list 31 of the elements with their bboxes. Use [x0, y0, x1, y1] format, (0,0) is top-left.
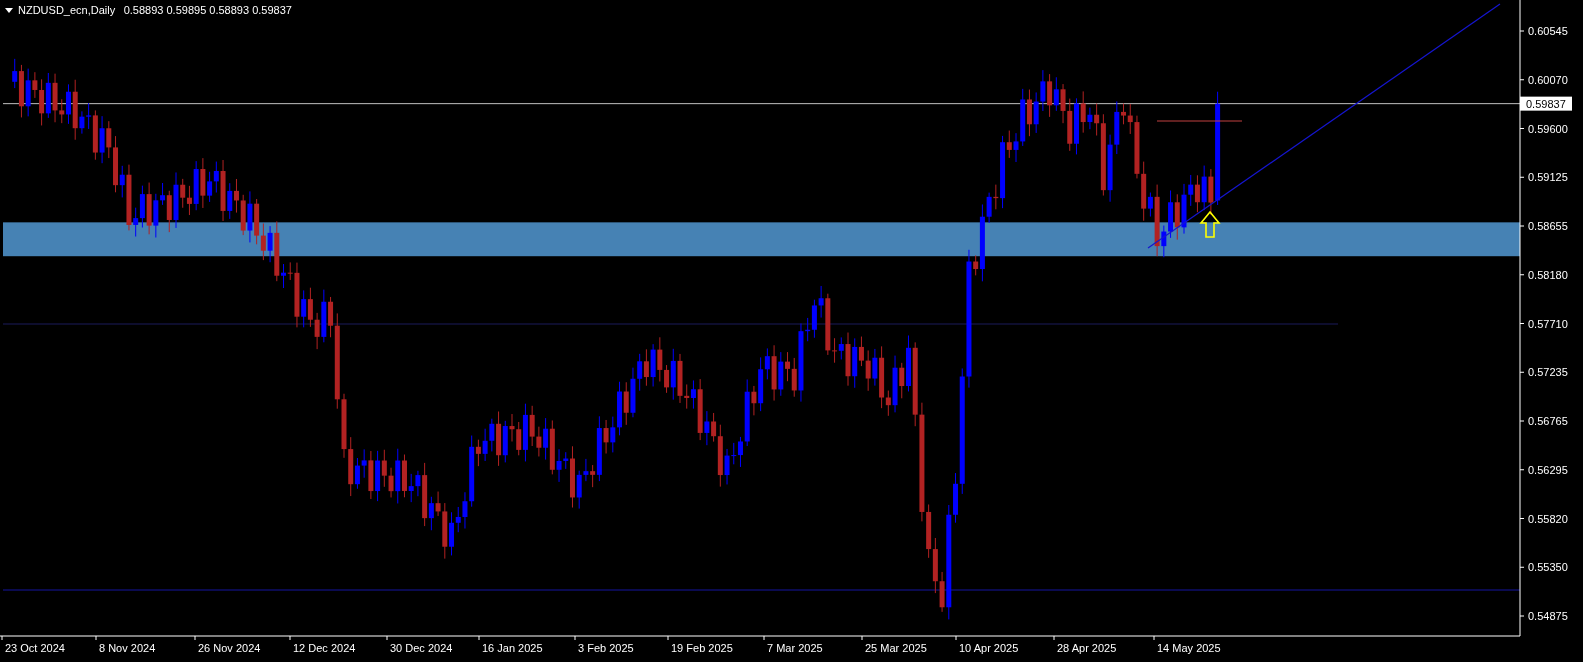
price-tick: 0.57235: [1528, 366, 1568, 379]
date-label: 16 Jan 2025: [482, 642, 543, 654]
caret-icon[interactable]: [5, 8, 13, 13]
date-label: 28 Apr 2025: [1057, 642, 1117, 654]
price-tick: 0.58180: [1528, 268, 1568, 281]
date-label: 8 Nov 2024: [99, 642, 156, 654]
price-tick: 0.59125: [1528, 171, 1568, 184]
date-label: 26 Nov 2024: [198, 642, 261, 654]
price-tick: 0.58655: [1528, 220, 1568, 232]
date-label: 19 Feb 2025: [671, 642, 733, 654]
arrow-up-icon: [1199, 210, 1221, 238]
price-tick: 0.56295: [1528, 463, 1568, 476]
ohlc-values: 0.58893 0.59895 0.58893 0.59837: [123, 4, 292, 16]
price-tick: 0.57710: [1528, 317, 1568, 330]
price-tick: 0.59600: [1528, 122, 1568, 135]
date-label: 10 Apr 2025: [959, 642, 1019, 654]
date-label: 25 Mar 2025: [865, 642, 927, 654]
price-tick: 0.55820: [1528, 512, 1568, 525]
date-label: 30 Dec 2024: [390, 642, 453, 654]
price-tick: 0.54875: [1528, 610, 1568, 622]
price-tick: 0.55350: [1528, 561, 1568, 574]
date-label: 14 May 2025: [1157, 642, 1221, 654]
date-label: 12 Dec 2024: [293, 642, 356, 654]
price-tick: 0.60070: [1528, 73, 1568, 86]
date-label: 23 Oct 2024: [5, 642, 65, 654]
price-label: 0.59837: [1520, 96, 1572, 111]
price-tick: 0.60545: [1528, 25, 1568, 37]
symbol-label: NZDUSD_ecn,Daily: [18, 4, 116, 16]
price-tick: 0.56765: [1528, 415, 1568, 427]
date-label: 7 Mar 2025: [767, 642, 823, 654]
date-label: 3 Feb 2025: [578, 642, 634, 654]
